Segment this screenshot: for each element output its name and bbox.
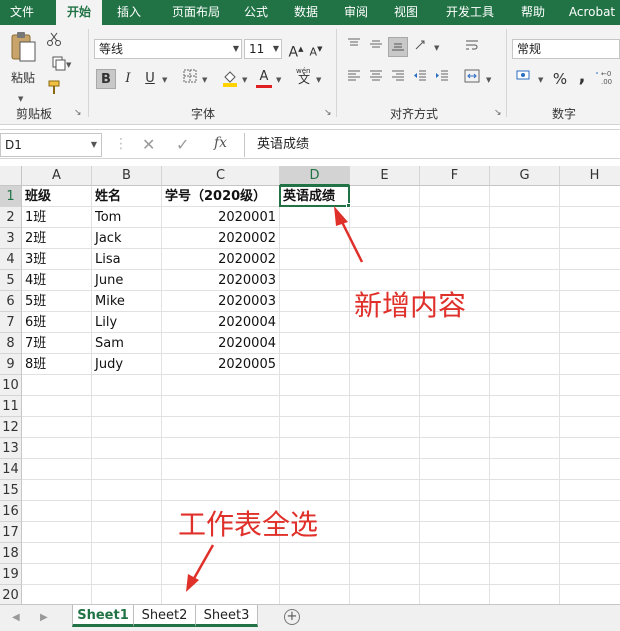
annotation-new-content: 新增内容 (354, 289, 467, 322)
add-sheet-button[interactable]: + (284, 609, 300, 625)
arrow-head-sheets (186, 574, 199, 592)
sheet-tab-2[interactable]: Sheet2 (134, 605, 196, 627)
prev-sheet-icon[interactable]: ◀ (12, 612, 20, 623)
annotation-select-all-sheets: 工作表全选 (178, 508, 319, 541)
next-sheet-icon[interactable]: ▶ (40, 612, 48, 623)
arrow-to-sheet-tabs (190, 544, 215, 583)
sheet-tab-1[interactable]: Sheet1 (72, 605, 134, 627)
sheet-tabs-bar: ◀ ▶ Sheet1 Sheet2 Sheet3 + (0, 604, 620, 631)
arrow-head-d1 (334, 206, 348, 226)
sheet-tab-3[interactable]: Sheet3 (196, 605, 258, 627)
